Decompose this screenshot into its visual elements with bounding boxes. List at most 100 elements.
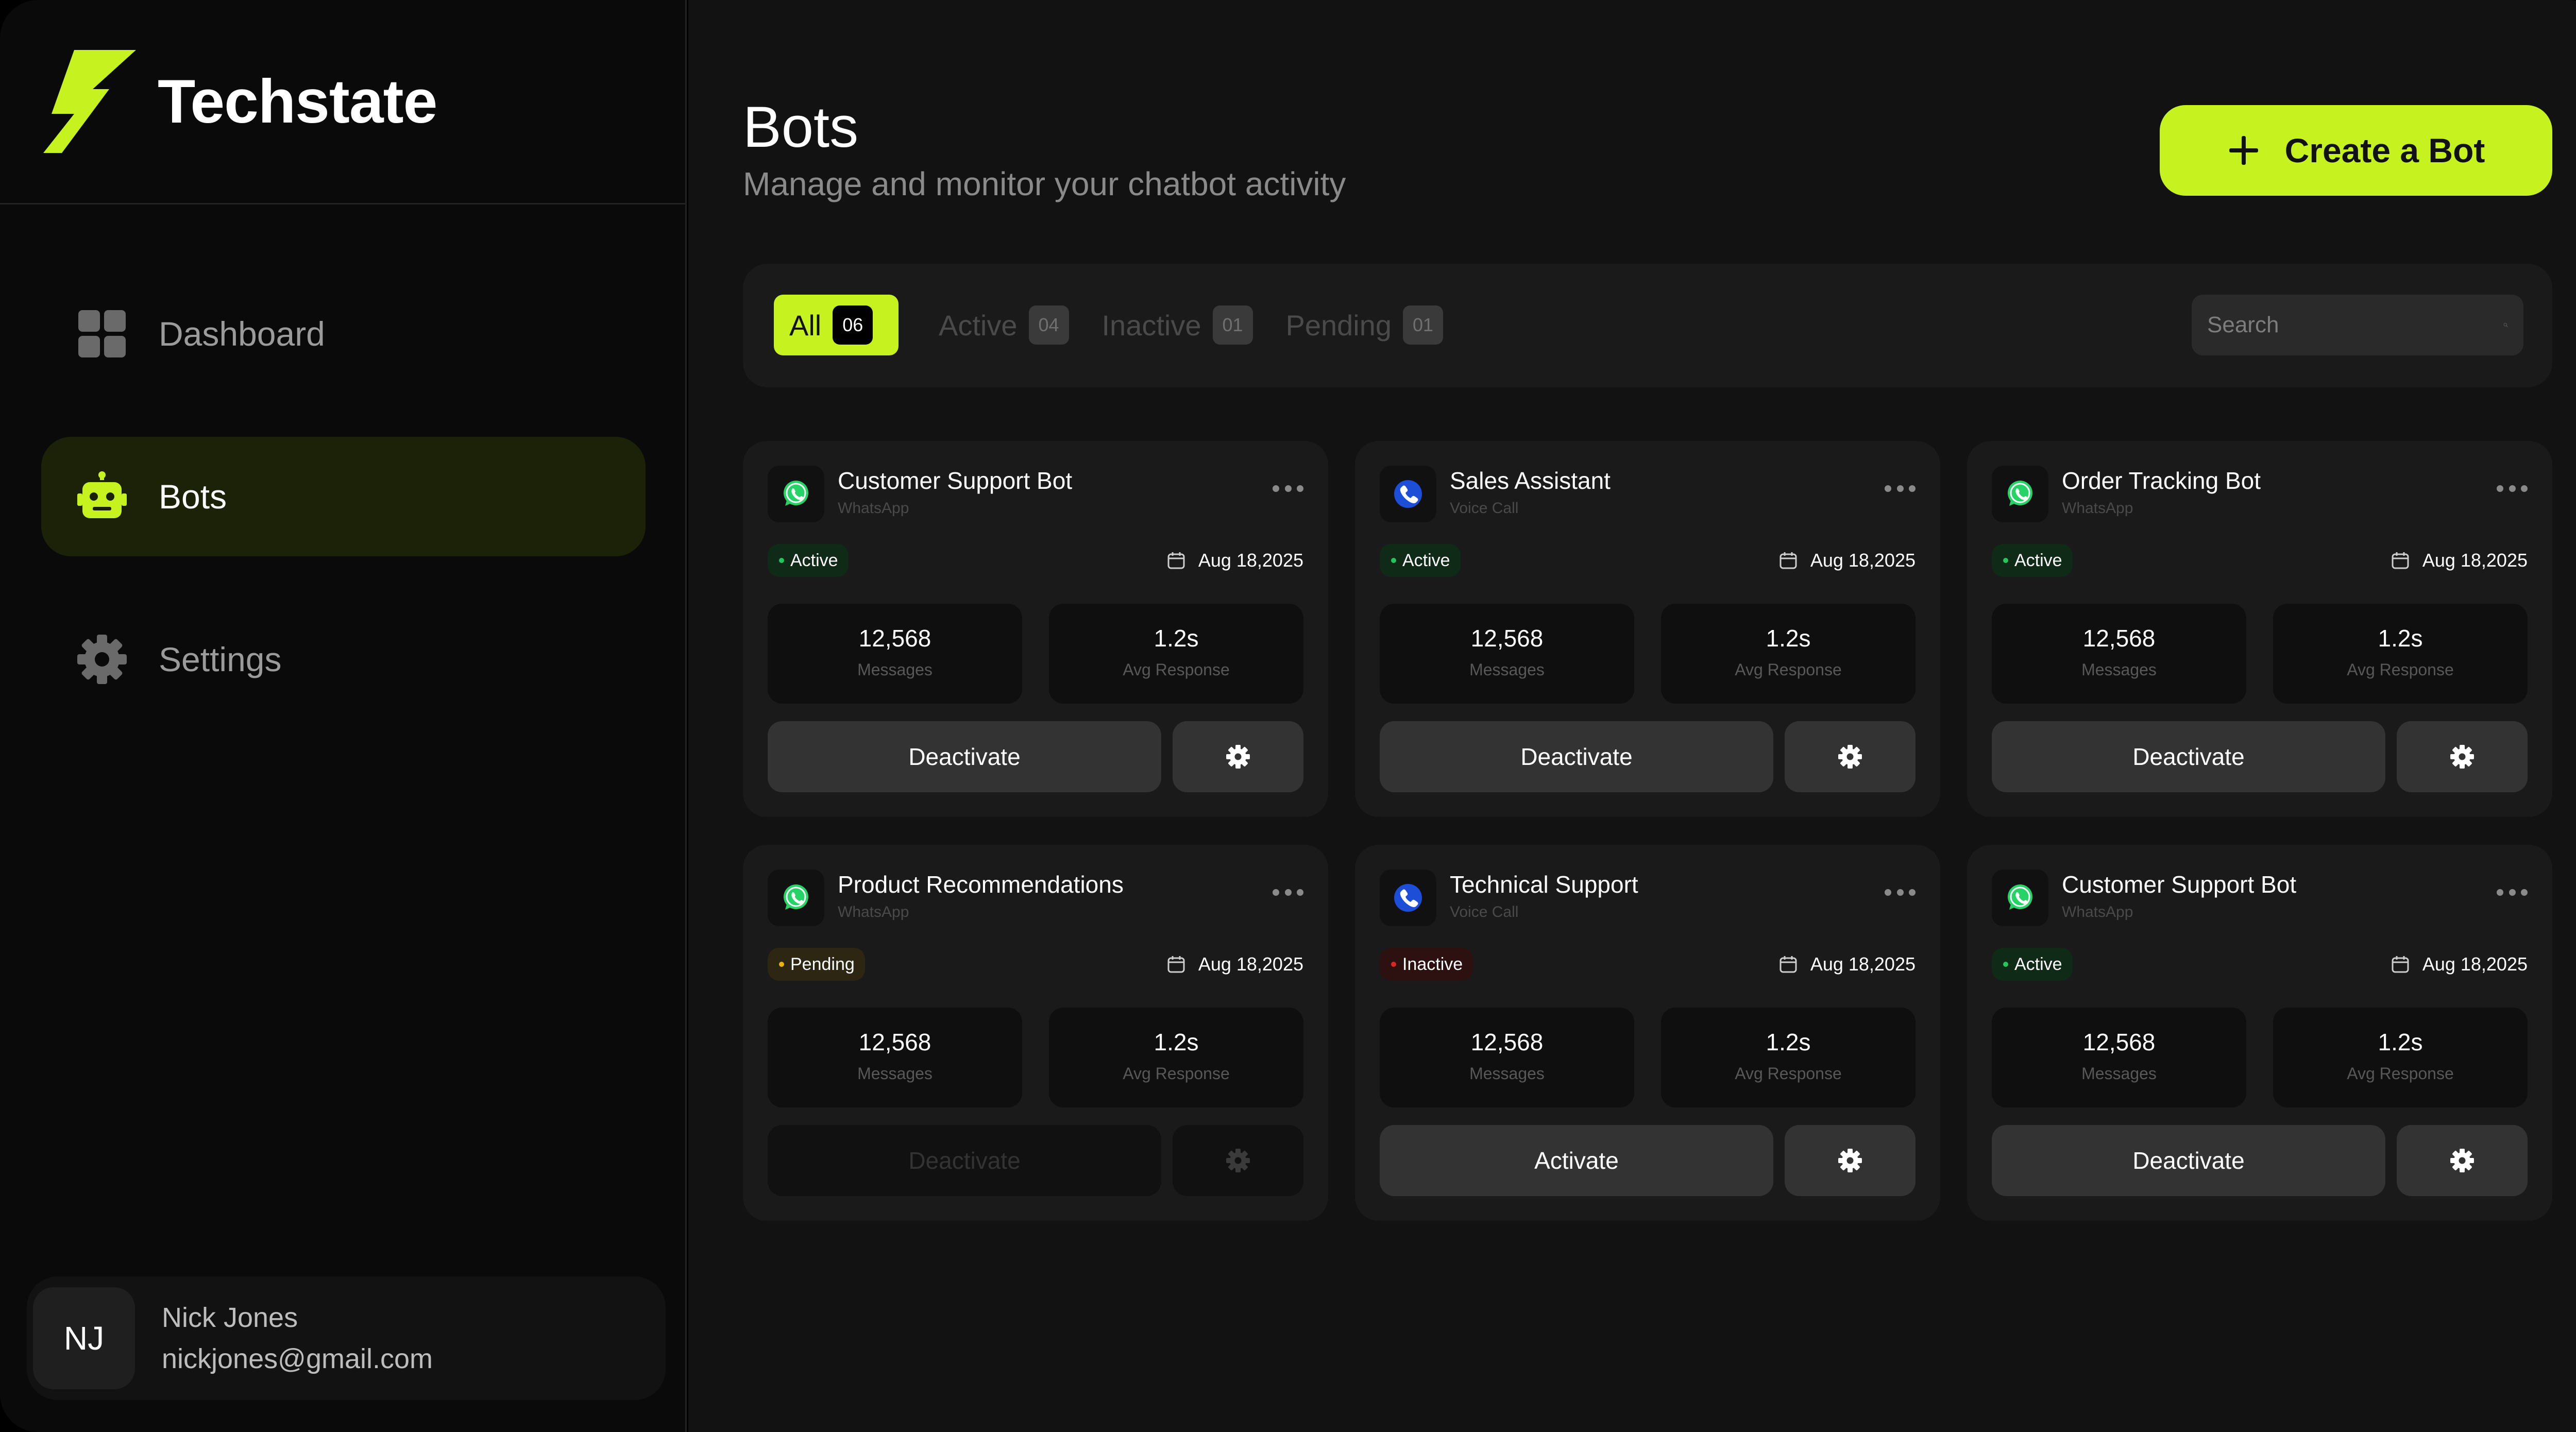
date-label: Aug 18,2025: [1810, 953, 1916, 975]
status-badge: Active: [1992, 948, 2073, 981]
status-dot: [779, 558, 784, 563]
messages-stat: 12,568 Messages: [1380, 1008, 1634, 1107]
channel-icon-wrap: [1992, 870, 2048, 926]
avg-response-value: 1.2s: [2378, 625, 2423, 652]
bot-channel: Voice Call: [1450, 903, 1519, 920]
bot-name: Technical Support: [1450, 871, 1638, 898]
calendar-icon: [1780, 552, 1797, 569]
status-badge: Active: [1992, 544, 2073, 577]
bot-card: Customer Support Bot WhatsApp Active Aug…: [1967, 845, 2552, 1221]
gear-icon: [1838, 745, 1862, 769]
gear-icon: [1226, 1149, 1250, 1172]
messages-value: 12,568: [858, 1029, 931, 1055]
bot-name: Customer Support Bot: [838, 467, 1073, 494]
bot-settings-button[interactable]: [1785, 721, 1916, 792]
channel-icon-wrap: [1380, 466, 1436, 522]
bot-name: Order Tracking Bot: [2062, 467, 2261, 494]
gear-icon: [1226, 745, 1250, 769]
messages-stat: 12,568 Messages: [1380, 604, 1634, 704]
created-date: Aug 18,2025: [1778, 546, 1916, 575]
bot-settings-button[interactable]: [1173, 721, 1303, 792]
brand[interactable]: Techstate: [43, 50, 437, 153]
sidebar-item-label: Dashboard: [159, 315, 325, 353]
search-input[interactable]: [2207, 312, 2503, 338]
calendar-icon: [2392, 552, 2409, 569]
toggle-activation-button[interactable]: Deactivate: [768, 721, 1161, 792]
tab-active[interactable]: Active 04: [939, 295, 1069, 355]
brand-name: Techstate: [158, 67, 437, 136]
more-options-icon[interactable]: [2497, 886, 2528, 898]
more-options-icon[interactable]: [2497, 482, 2528, 495]
whatsapp-icon: [2008, 481, 2032, 506]
tab-count-badge: 01: [1212, 305, 1253, 345]
calendar-icon: [2392, 956, 2409, 973]
status-dot: [2003, 558, 2008, 563]
bot-settings-button[interactable]: [2397, 721, 2528, 792]
bot-settings-button[interactable]: [2397, 1125, 2528, 1196]
status-label: Active: [2014, 550, 2062, 570]
more-options-icon[interactable]: [1885, 482, 1916, 495]
more-options-icon[interactable]: [1273, 482, 1303, 495]
sidebar: Techstate Dashboard Bots Settings NJ Nic…: [0, 0, 687, 1432]
toggle-activation-button[interactable]: Deactivate: [1992, 721, 2385, 792]
create-bot-label: Create a Bot: [2284, 131, 2485, 169]
user-name: Nick Jones: [162, 1302, 298, 1333]
tab-pending[interactable]: Pending 01: [1286, 295, 1444, 355]
page-subtitle: Manage and monitor your chatbot activity: [743, 165, 1346, 202]
messages-stat: 12,568 Messages: [768, 604, 1022, 704]
status-badge: Inactive: [1380, 948, 1473, 981]
bot-settings-button[interactable]: [1173, 1125, 1303, 1196]
avg-response-label: Avg Response: [1735, 1064, 1842, 1083]
more-options-icon[interactable]: [1273, 886, 1303, 898]
status-label: Active: [1402, 550, 1450, 570]
tab-label: Inactive: [1101, 309, 1201, 342]
tab-inactive[interactable]: Inactive 01: [1102, 295, 1253, 355]
avg-response-value: 1.2s: [1766, 1029, 1811, 1055]
gear-icon: [2450, 745, 2474, 769]
avg-response-value: 1.2s: [1766, 625, 1811, 652]
date-label: Aug 18,2025: [1810, 550, 1916, 571]
sidebar-item-settings[interactable]: Settings: [41, 600, 646, 719]
avatar: NJ: [33, 1287, 135, 1389]
avg-response-value: 1.2s: [2378, 1029, 2423, 1055]
created-date: Aug 18,2025: [1778, 950, 1916, 979]
channel-icon-wrap: [1380, 870, 1436, 926]
tab-count-badge: 04: [1028, 305, 1069, 345]
sidebar-nav: Dashboard Bots Settings: [41, 274, 646, 762]
user-profile-card[interactable]: NJ Nick Jones nickjones@gmail.com: [27, 1276, 666, 1400]
sidebar-item-bots[interactable]: Bots: [41, 437, 646, 556]
gear-icon: [2450, 1149, 2474, 1172]
search-icon[interactable]: [2503, 313, 2508, 337]
toggle-activation-button[interactable]: Deactivate: [1992, 1125, 2385, 1196]
status-tabs: All 06 Active 04 Inactive 01 Pending 01: [774, 295, 1476, 355]
date-label: Aug 18,2025: [2422, 550, 2528, 571]
status-dot: [779, 962, 784, 967]
phone-icon: [1394, 884, 1422, 912]
tab-count-badge: 01: [1403, 305, 1444, 345]
sidebar-item-label: Bots: [159, 478, 227, 516]
create-bot-button[interactable]: Create a Bot: [2160, 105, 2552, 196]
sidebar-item-dashboard[interactable]: Dashboard: [41, 274, 646, 394]
messages-label: Messages: [2081, 660, 2157, 679]
techstate-logo-icon: [43, 50, 136, 153]
toggle-activation-button[interactable]: Activate: [1380, 1125, 1773, 1196]
messages-label: Messages: [857, 1064, 933, 1083]
bot-card: Order Tracking Bot WhatsApp Active Aug 1…: [1967, 441, 2552, 817]
messages-value: 12,568: [2082, 1029, 2156, 1055]
tab-all[interactable]: All 06: [774, 295, 899, 355]
messages-stat: 12,568 Messages: [768, 1008, 1022, 1107]
avg-response-stat: 1.2s Avg Response: [1049, 1008, 1303, 1107]
toggle-activation-button[interactable]: Deactivate: [768, 1125, 1161, 1196]
main-content: Bots Manage and monitor your chatbot act…: [688, 0, 2576, 1432]
toggle-activation-button[interactable]: Deactivate: [1380, 721, 1773, 792]
avg-response-stat: 1.2s Avg Response: [1661, 1008, 1916, 1107]
phone-icon: [1394, 480, 1422, 508]
avg-response-stat: 1.2s Avg Response: [1049, 604, 1303, 704]
more-options-icon[interactable]: [1885, 886, 1916, 898]
bot-settings-button[interactable]: [1785, 1125, 1916, 1196]
avg-response-label: Avg Response: [2347, 660, 2454, 679]
gear-icon: [76, 634, 128, 685]
messages-value: 12,568: [858, 625, 931, 652]
created-date: Aug 18,2025: [2391, 546, 2528, 575]
status-badge: Active: [1380, 544, 1461, 577]
